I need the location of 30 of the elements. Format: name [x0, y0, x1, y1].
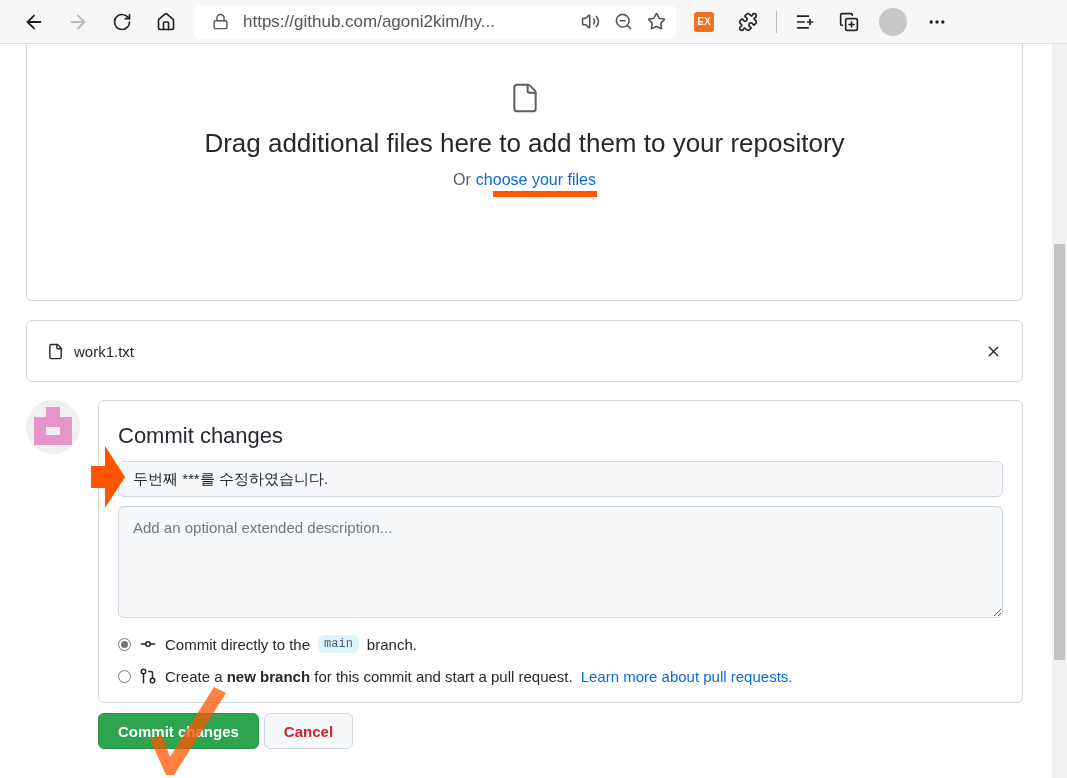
option-text: Create a new branch for this commit and start a pull request.	[165, 667, 573, 685]
pull-request-icon	[139, 667, 157, 685]
arrow-mark	[91, 446, 125, 508]
branch-name: main	[318, 635, 359, 653]
home-icon[interactable]	[156, 11, 176, 32]
file-name: work1.txt	[74, 342, 135, 360]
learn-more-link[interactable]: Learn more about pull requests.	[580, 667, 793, 685]
address-bar[interactable]: https://github.com/agoni2kim/hy...	[194, 4, 676, 39]
description-field[interactable]: Add an optional extended description...	[118, 506, 1003, 618]
commit-title: Commit changes	[118, 423, 285, 449]
lock-icon	[212, 13, 229, 30]
extension-button[interactable]: EX	[682, 3, 726, 40]
collections-icon[interactable]	[839, 11, 859, 32]
radio-button[interactable]	[118, 669, 131, 683]
summary-field[interactable]: 두번째 ***를 수정하였습니다.	[118, 461, 1003, 497]
url-text: https://github.com/agoni2kim/hy...	[243, 11, 496, 32]
or-text: Or	[453, 171, 471, 189]
drop-heading: Drag additional files here to add them to your repository	[204, 128, 845, 159]
option-text: branch.	[366, 635, 417, 653]
favorite-icon[interactable]	[647, 12, 666, 31]
avatar-icon	[26, 400, 80, 454]
radio-button[interactable]	[118, 637, 131, 651]
cancel-button[interactable]: Cancel	[263, 713, 354, 749]
read-aloud-icon[interactable]	[581, 12, 600, 31]
choose-files-link[interactable]: choose your files	[475, 171, 596, 189]
zoom-out-icon[interactable]	[614, 12, 633, 31]
option-text: Commit directly to the	[165, 635, 311, 653]
file-icon	[47, 342, 64, 360]
refresh-icon[interactable]	[112, 11, 132, 32]
puzzle-icon[interactable]	[738, 11, 758, 32]
